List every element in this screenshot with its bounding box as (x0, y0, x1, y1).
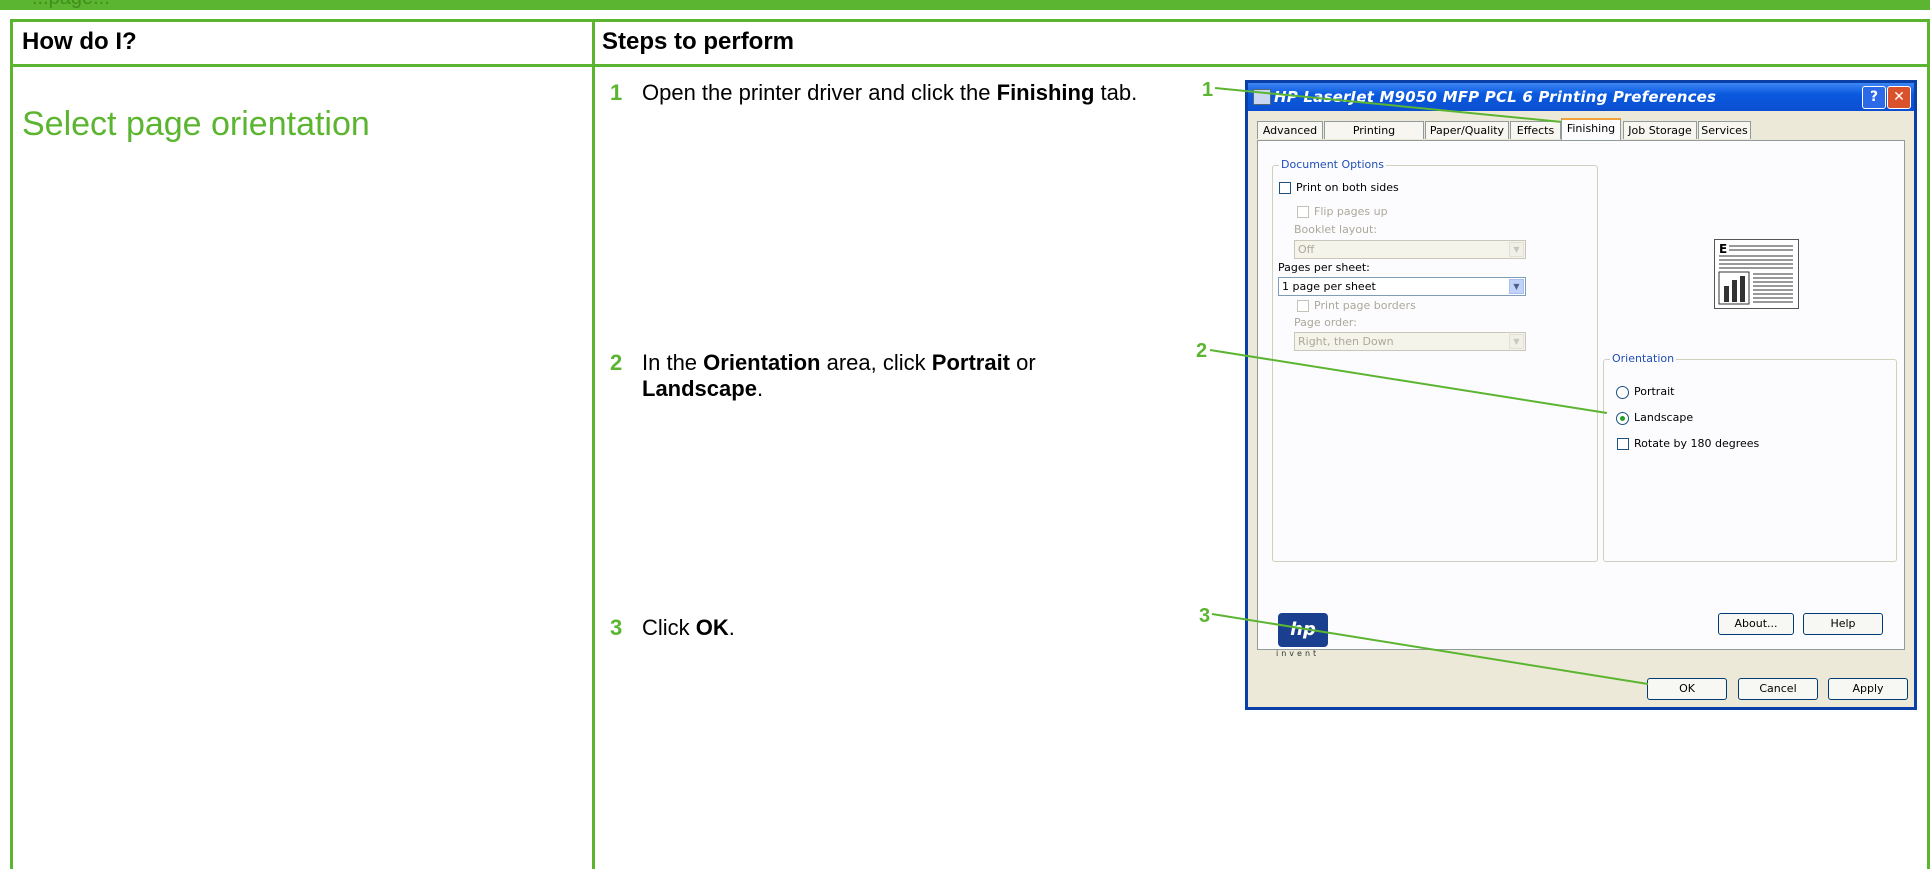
page-order-label: Page order: (1294, 316, 1357, 329)
booklet-layout-select[interactable]: Off ▼ (1294, 240, 1526, 259)
chevron-down-icon: ▼ (1509, 242, 1524, 257)
printer-icon (1253, 89, 1271, 105)
banner-text: ...page... (32, 0, 110, 10)
tab-paper-quality[interactable]: Paper/Quality (1425, 121, 1509, 139)
portrait-label: Portrait (1634, 385, 1675, 398)
callout-3: 3 (1199, 605, 1211, 627)
step-3: 3 Click OK. (610, 615, 735, 640)
dialog-titlebar[interactable]: HP LaserJet M9050 MFP PCL 6 Printing Pre… (1248, 83, 1914, 111)
callout-2: 2 (1196, 340, 1208, 362)
radio-selected-dot (1620, 416, 1625, 421)
print-page-borders-checkbox[interactable] (1297, 300, 1309, 312)
pages-per-sheet-select[interactable]: 1 page per sheet ▼ (1278, 277, 1526, 296)
step-number: 1 (610, 80, 623, 105)
rotate-180-checkbox[interactable] (1617, 438, 1629, 450)
tab-advanced[interactable]: Advanced (1257, 121, 1323, 139)
print-both-sides-label: Print on both sides (1296, 181, 1399, 194)
chevron-down-icon: ▼ (1509, 279, 1524, 294)
booklet-layout-label: Booklet layout: (1294, 223, 1378, 236)
ok-button[interactable]: OK (1647, 678, 1727, 700)
about-button[interactable]: About... (1718, 613, 1794, 635)
step-1: 1 Open the printer driver and click the F… (610, 80, 1138, 105)
landscape-radio[interactable] (1616, 412, 1629, 425)
flip-pages-up-label: Flip pages up (1314, 205, 1388, 218)
apply-button[interactable]: Apply (1828, 678, 1908, 700)
landscape-label: Landscape (1634, 411, 1694, 424)
close-icon[interactable]: ✕ (1887, 86, 1911, 109)
hp-invent-tagline: invent (1276, 649, 1320, 658)
step-2: 2 In the Orientation area, click Portrait… (610, 350, 1036, 401)
tab-services[interactable]: Services (1698, 121, 1751, 139)
table-column-divider (592, 19, 595, 869)
help-icon[interactable]: ? (1862, 86, 1886, 109)
table-header-divider (10, 64, 1930, 67)
svg-text:E: E (1719, 242, 1727, 256)
rotate-180-label: Rotate by 180 degrees (1634, 437, 1760, 450)
help-button[interactable]: Help (1803, 613, 1883, 635)
step-number: 3 (610, 615, 623, 640)
document-options-label: Document Options (1279, 158, 1386, 171)
task-title: Select page orientation (22, 105, 370, 143)
print-both-sides-checkbox[interactable] (1279, 182, 1291, 194)
orientation-label: Orientation (1610, 352, 1677, 365)
tab-effects[interactable]: Effects (1510, 121, 1561, 139)
callout-1: 1 (1202, 79, 1214, 101)
tab-printing-shortcuts[interactable]: Printing Shortcuts (1324, 121, 1424, 155)
tab-finishing[interactable]: Finishing (1561, 118, 1621, 140)
portrait-radio[interactable] (1616, 386, 1629, 399)
chevron-down-icon: ▼ (1509, 334, 1524, 349)
pages-per-sheet-label: Pages per sheet: (1278, 261, 1370, 274)
header-steps-to-perform: Steps to perform (602, 28, 795, 55)
page-order-select[interactable]: Right, then Down ▼ (1294, 332, 1526, 351)
cancel-button[interactable]: Cancel (1738, 678, 1818, 700)
printing-preferences-dialog: HP LaserJet M9050 MFP PCL 6 Printing Pre… (1245, 80, 1917, 710)
flip-pages-up-checkbox[interactable] (1297, 206, 1309, 218)
dialog-title: HP LaserJet M9050 MFP PCL 6 Printing Pre… (1274, 88, 1717, 106)
header-how-do-i: How do I? (22, 28, 137, 55)
print-page-borders-label: Print page borders (1314, 299, 1416, 312)
finishing-panel: Document Options Print on both sides Fli… (1257, 140, 1905, 650)
hp-logo: hp (1278, 613, 1328, 647)
page: ...page... How do I? Steps to perform Se… (0, 0, 1930, 869)
tab-job-storage[interactable]: Job Storage (1623, 121, 1697, 139)
step-number: 2 (610, 350, 623, 375)
top-banner: ...page... (0, 0, 1930, 10)
page-preview-icon: E (1714, 239, 1799, 309)
table-top-border (10, 19, 1930, 22)
